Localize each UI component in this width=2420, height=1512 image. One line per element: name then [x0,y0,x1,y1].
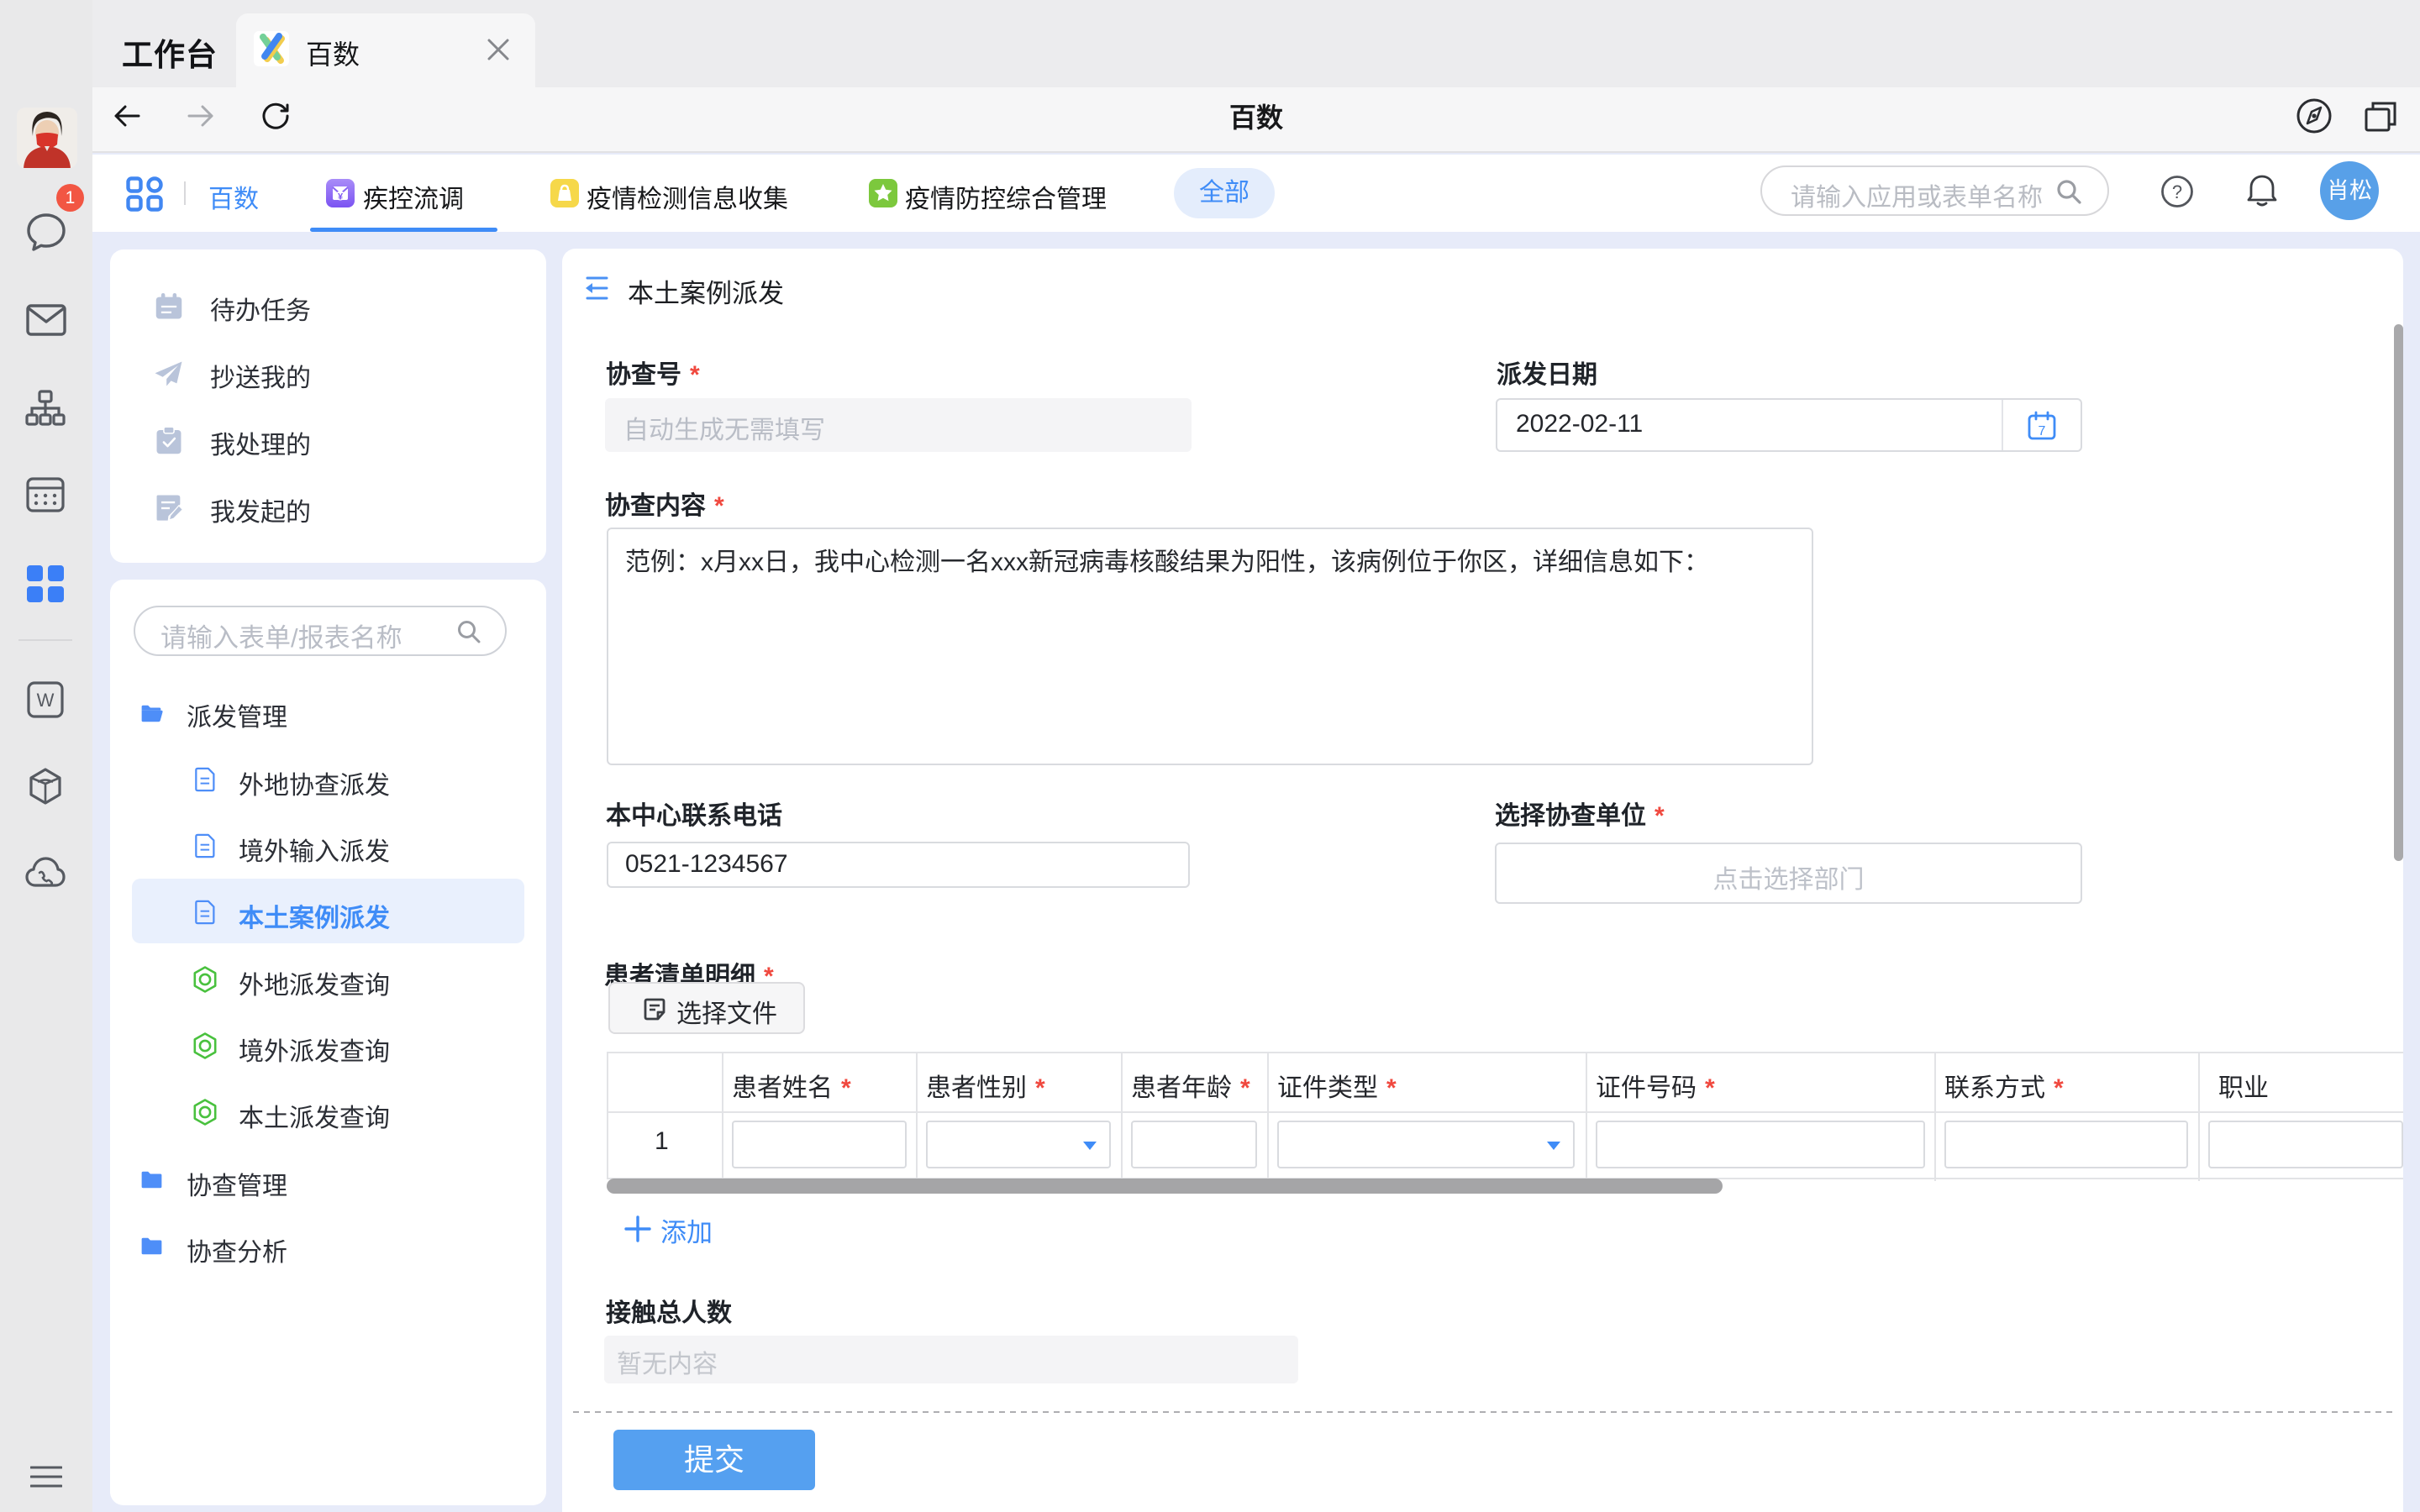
svg-text:7: 7 [2039,424,2046,438]
svg-text:?: ? [2172,181,2182,202]
svg-text:¥: ¥ [338,192,344,202]
svg-text:W: W [37,690,55,711]
